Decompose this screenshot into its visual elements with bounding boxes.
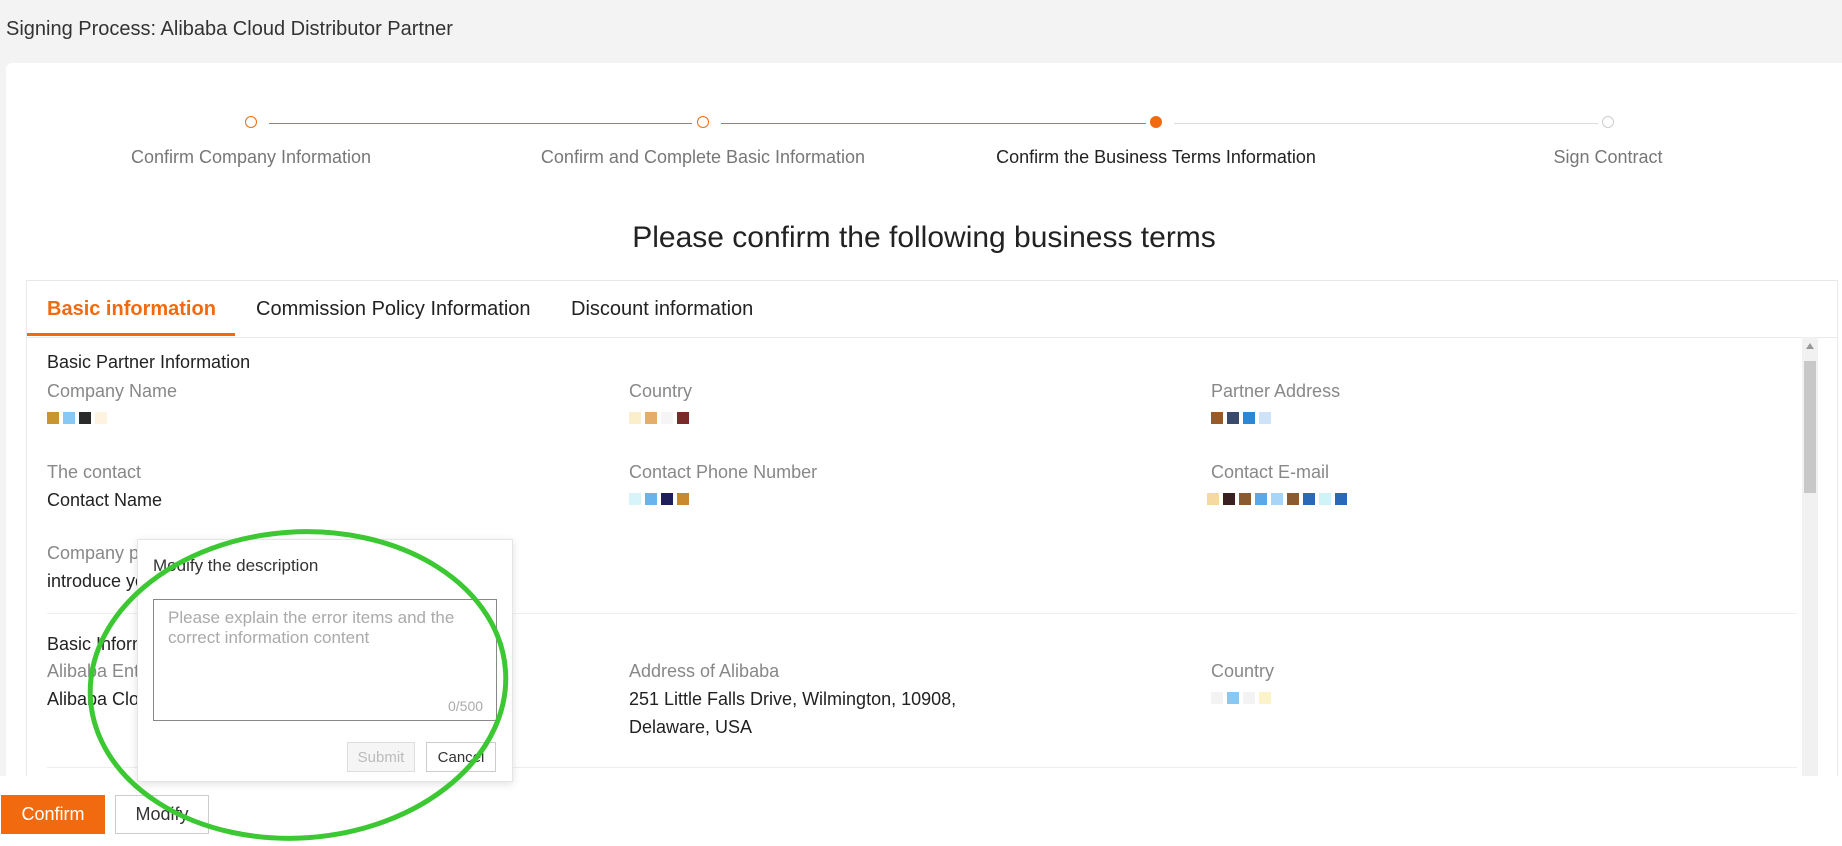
alibaba-entity-value: Alibaba Clo [47, 689, 140, 709]
modify-button[interactable]: Modify [115, 795, 209, 834]
contact-phone-value-redacted [629, 492, 689, 506]
contact-phone-label: Contact Phone Number [629, 462, 818, 482]
alibaba-entity-label: Alibaba Ent [47, 661, 140, 681]
tab-basic-information[interactable]: Basic information [47, 298, 216, 321]
company-profile-label: Company p [47, 543, 140, 563]
step-4-dot [1602, 116, 1614, 128]
alibaba-address-label: Address of Alibaba [629, 661, 780, 681]
country-label: Country [629, 381, 693, 401]
tab-bar: Basic information Commission Policy Info… [27, 281, 1837, 338]
step-2-dot [697, 116, 709, 128]
scrollbar-thumb[interactable] [1804, 361, 1816, 493]
contact-label: The contact [47, 462, 142, 482]
alibaba-country-value-redacted [1211, 691, 1271, 705]
tab-commission-policy[interactable]: Commission Policy Information [256, 298, 531, 321]
section-heading: Please confirm the following business te… [632, 221, 1216, 254]
step-connector-3 [1174, 123, 1598, 124]
step-1-label: Confirm Company Information [130, 147, 372, 167]
modify-description-popover: Modify the description 0/500 Submit Canc… [137, 539, 513, 782]
step-1-dot [245, 116, 257, 128]
company-profile-value: introduce yo [47, 571, 146, 591]
contact-value: Contact Name [47, 490, 163, 510]
scroll-up-arrow-icon[interactable] [1806, 343, 1814, 349]
partner-address-value-redacted [1211, 411, 1271, 425]
vertical-scrollbar[interactable] [1802, 337, 1818, 845]
alibaba-address-line2: Delaware, USA [629, 717, 753, 737]
step-connector-1 [269, 123, 692, 124]
cancel-button[interactable]: Cancel [426, 742, 496, 772]
company-name-value-redacted [47, 411, 107, 425]
country-value-redacted [629, 411, 689, 425]
submit-button[interactable]: Submit [347, 742, 415, 772]
page-title: Signing Process: Alibaba Cloud Distribut… [6, 18, 453, 40]
partner-section-title: Basic Partner Information [47, 352, 251, 372]
popover-title: Modify the description [153, 556, 319, 575]
tab-discount-information[interactable]: Discount information [571, 298, 753, 321]
alibaba-country-label: Country [1211, 661, 1275, 681]
confirm-button[interactable]: Confirm [1, 795, 105, 834]
progress-steps: Confirm Company Information Confirm and … [6, 63, 1842, 183]
step-2-label: Confirm and Complete Basic Information [540, 147, 866, 167]
contact-email-label: Contact E-mail [1211, 462, 1330, 482]
character-counter: 0/500 [448, 698, 484, 714]
active-tab-indicator [27, 333, 235, 336]
step-4-label: Sign Contract [1553, 147, 1663, 167]
step-3-dot [1150, 116, 1162, 128]
step-connector-2 [721, 123, 1146, 124]
footer-bar [0, 776, 1842, 846]
company-name-label: Company Name [47, 381, 178, 401]
alibaba-section-title: Basic Inform [47, 634, 148, 654]
partner-address-label: Partner Address [1211, 381, 1341, 401]
step-3-label: Confirm the Business Terms Information [996, 147, 1316, 167]
alibaba-address-line1: 251 Little Falls Drive, Wilmington, 1090… [629, 689, 957, 709]
contact-email-value-redacted [1207, 492, 1347, 506]
description-textarea[interactable] [153, 599, 497, 721]
